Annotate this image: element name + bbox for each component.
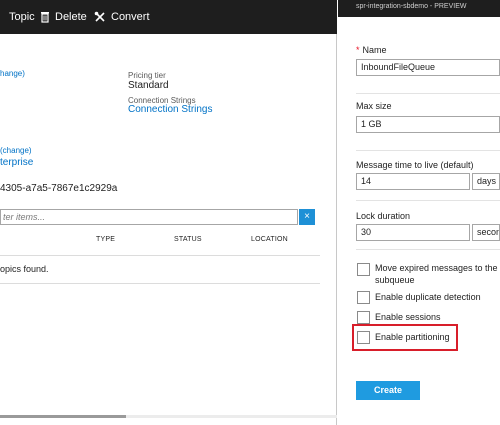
move-expired-label: Move expired messages to the de (375, 263, 500, 273)
section-divider (356, 150, 500, 151)
section-divider (356, 249, 500, 250)
blade-header: spr-integration-sbdemo - PREVIEW (338, 0, 500, 17)
command-bar: Topic Delete Convert (0, 0, 337, 34)
trash-icon (40, 11, 50, 23)
max-size-label: Max size (356, 101, 392, 111)
lock-duration-input[interactable]: 30 (356, 224, 470, 241)
row-divider (0, 283, 320, 284)
sessions-label: Enable sessions (375, 312, 441, 322)
app-window: Topic Delete Convert hange) Pricing tier… (0, 0, 500, 425)
ttl-input[interactable]: 14 (356, 173, 470, 190)
connection-strings-link[interactable]: Connection Strings (128, 104, 213, 115)
lock-unit-select[interactable]: secon (472, 224, 500, 241)
plus-icon (0, 11, 4, 23)
subscription-id: 4305-a7a5-7867e1c2929a (0, 183, 118, 194)
change-link[interactable]: hange) (0, 69, 25, 78)
scrollbar-thumb[interactable] (0, 415, 126, 418)
sessions-checkbox[interactable] (357, 311, 370, 324)
ttl-unit-select[interactable]: days (472, 173, 500, 190)
duplicate-detection-label: Enable duplicate detection (375, 292, 481, 302)
tier-link[interactable]: terprise (0, 157, 33, 168)
highlight-box (352, 324, 458, 351)
delete-label: Delete (55, 11, 87, 23)
move-expired-checkbox[interactable] (357, 263, 370, 276)
convert-label: Convert (111, 11, 150, 23)
add-topic-button[interactable]: Topic (0, 0, 35, 34)
max-size-select[interactable]: 1 GB (356, 116, 500, 133)
lock-duration-label: Lock duration (356, 211, 411, 221)
pricing-tier-value: Standard (128, 80, 169, 91)
name-label-text: Name (362, 45, 387, 55)
name-field-label: * Name (356, 45, 387, 55)
convert-button[interactable]: Convert (94, 0, 150, 34)
header-divider (0, 255, 320, 256)
ttl-label: Message time to live (default) (356, 160, 474, 170)
filter-input[interactable]: ter items... (0, 209, 298, 225)
column-header-type[interactable]: TYPE (96, 236, 115, 243)
name-input[interactable]: InboundFileQueue (356, 59, 500, 76)
delete-button[interactable]: Delete (40, 0, 87, 34)
section-divider (356, 200, 500, 201)
add-topic-label: Topic (9, 11, 35, 23)
change-tier-link[interactable]: (change) (0, 146, 32, 155)
section-divider (356, 93, 500, 94)
required-marker: * (356, 45, 360, 55)
pricing-tier-label: Pricing tier (128, 71, 166, 80)
move-expired-label-cont: subqueue (375, 275, 415, 285)
namespace-pane: Topic Delete Convert hange) Pricing tier… (0, 0, 337, 425)
column-header-location[interactable]: LOCATION (251, 236, 288, 243)
empty-list-message: opics found. (0, 264, 49, 274)
blade-subtitle: spr-integration-sbdemo - PREVIEW (356, 3, 467, 10)
column-header-status[interactable]: STATUS (174, 236, 202, 243)
duplicate-detection-checkbox[interactable] (357, 291, 370, 304)
clear-filter-button[interactable]: × (299, 209, 315, 225)
create-button[interactable]: Create (356, 381, 420, 400)
tools-icon (94, 11, 106, 23)
